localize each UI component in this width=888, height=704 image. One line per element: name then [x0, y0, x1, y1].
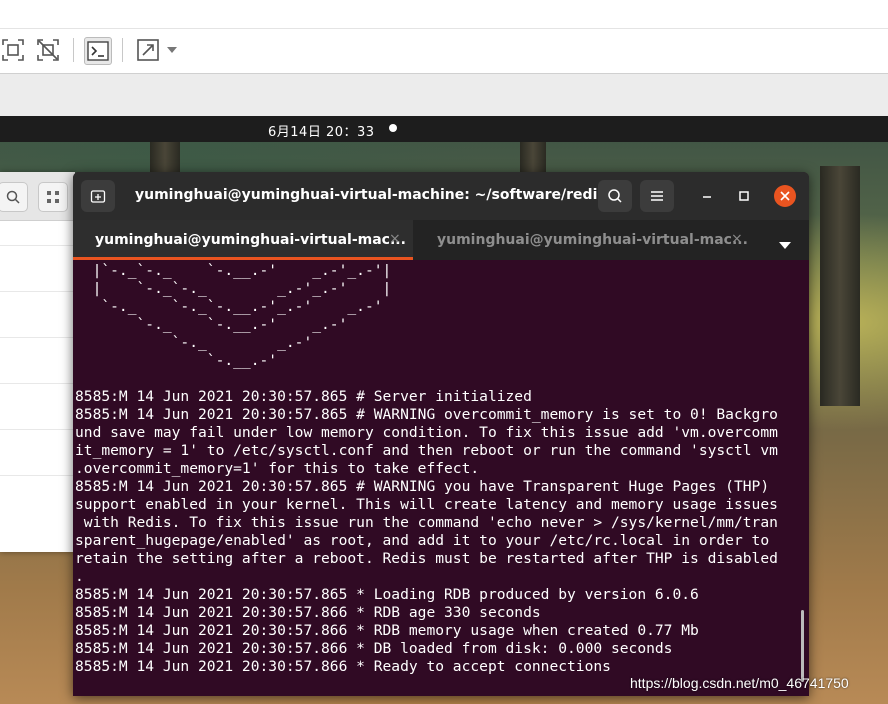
- tab-close-icon[interactable]: ×: [389, 231, 401, 247]
- terminal-line: | `-._`-._ _.-'_.-' |: [75, 280, 392, 297]
- close-button[interactable]: [774, 185, 796, 207]
- clock[interactable]: 6月14日 20：33: [268, 121, 375, 140]
- terminal-output[interactable]: |`-._`-._ `-.__.-' _.-'_.-'| | `-._`-._ …: [75, 262, 803, 692]
- terminal-line: it_memory = 1' to /etc/sysctl.conf and t…: [75, 442, 778, 459]
- tab-close-icon[interactable]: ×: [731, 231, 743, 247]
- grid-view-icon[interactable]: [38, 182, 68, 212]
- list-item[interactable]: [0, 246, 75, 292]
- terminal-line: 8585:M 14 Jun 2021 20:30:57.865 # WARNIN…: [75, 478, 770, 495]
- terminal-line: sparent_hugepage/enabled' as root, and a…: [75, 532, 770, 549]
- terminal-line: 8585:M 14 Jun 2021 20:30:57.866 * RDB me…: [75, 622, 699, 639]
- vm-toolbar: [0, 0, 888, 74]
- unscale-icon[interactable]: [35, 37, 61, 63]
- background-window[interactable]: [0, 172, 75, 552]
- tab-label: yuminghuai@yuminghuai-virtual-mac...: [95, 232, 406, 248]
- fullscreen-icon[interactable]: [135, 37, 161, 63]
- list-item[interactable]: [0, 338, 75, 384]
- new-tab-icon: [90, 190, 106, 203]
- hamburger-menu-icon: [651, 191, 663, 201]
- list-item[interactable]: [0, 384, 75, 430]
- watermark: https://blog.csdn.net/m0_46741750: [630, 675, 849, 691]
- active-tab-indicator: [73, 257, 413, 260]
- terminal-line: `-._ _.-': [75, 334, 313, 351]
- tab-label: yuminghuai@yuminghuai-virtual-mac...: [437, 232, 748, 248]
- terminal-title: yuminghuai@yuminghuai-virtual-machine: ~…: [135, 187, 627, 203]
- maximize-icon: [739, 191, 749, 201]
- vm-tabbar-area: [0, 74, 888, 116]
- terminal-line: support enabled in your kernel. This wil…: [75, 496, 778, 513]
- list-item[interactable]: [0, 292, 75, 338]
- console-icon[interactable]: [84, 37, 112, 65]
- terminal-window[interactable]: yuminghuai@yuminghuai-virtual-machine: ~…: [73, 172, 809, 696]
- terminal-line: `-.__.-': [75, 352, 278, 369]
- terminal-line: 8585:M 14 Jun 2021 20:30:57.866 * DB loa…: [75, 640, 673, 657]
- gnome-top-bar: 6月14日 20：33: [0, 116, 888, 142]
- terminal-line: 8585:M 14 Jun 2021 20:30:57.865 # WARNIN…: [75, 406, 778, 423]
- notification-dot: [389, 124, 397, 132]
- terminal-scrollbar[interactable]: [801, 610, 804, 682]
- dropdown-arrow-icon[interactable]: [162, 37, 182, 63]
- background-window-header: [0, 172, 75, 221]
- tab-list-dropdown-icon[interactable]: [779, 235, 791, 254]
- terminal-line: 8585:M 14 Jun 2021 20:30:57.866 * RDB ag…: [75, 604, 541, 621]
- maximize-button[interactable]: [735, 187, 753, 205]
- search-icon: [608, 189, 622, 203]
- wallpaper-tree-trunk: [820, 166, 860, 406]
- close-icon: [780, 191, 790, 201]
- terminal-line: with Redis. To fix this issue run the co…: [75, 514, 778, 531]
- terminal-line: |`-._`-._ `-.__.-' _.-'_.-'|: [75, 262, 392, 279]
- list-item[interactable]: [0, 430, 75, 476]
- terminal-header-bar: yuminghuai@yuminghuai-virtual-machine: ~…: [73, 172, 809, 220]
- terminal-line: retain the setting after a reboot. Redis…: [75, 550, 778, 567]
- new-tab-button[interactable]: [81, 180, 115, 212]
- terminal-tab-2[interactable]: yuminghuai@yuminghuai-virtual-mac... ×: [415, 220, 755, 260]
- menu-button[interactable]: [640, 180, 674, 212]
- list-item[interactable]: [0, 221, 75, 246]
- fit-window-icon[interactable]: [0, 37, 26, 63]
- terminal-tab-bar: yuminghuai@yuminghuai-virtual-mac... × y…: [73, 220, 809, 260]
- terminal-line: 8585:M 14 Jun 2021 20:30:57.866 * Ready …: [75, 658, 611, 675]
- toolbar-divider: [0, 28, 888, 29]
- terminal-line: 8585:M 14 Jun 2021 20:30:57.865 # Server…: [75, 388, 532, 405]
- terminal-line: .: [75, 568, 84, 585]
- terminal-tab-1[interactable]: yuminghuai@yuminghuai-virtual-mac... ×: [73, 220, 413, 260]
- terminal-line: `-._ `-._`-.__.-'_.-' _.-': [75, 298, 383, 315]
- toolbar-separator: [73, 38, 74, 62]
- minimize-icon: [703, 196, 711, 198]
- terminal-line: 8585:M 14 Jun 2021 20:30:57.865 * Loadin…: [75, 586, 699, 603]
- minimize-button[interactable]: [698, 187, 716, 205]
- search-icon[interactable]: [0, 182, 28, 212]
- terminal-line: und save may fail under low memory condi…: [75, 424, 778, 441]
- search-button[interactable]: [598, 180, 632, 212]
- terminal-line: `-._ `-.__.-' _.-': [75, 316, 348, 333]
- terminal-line: .overcommit_memory=1' for this to take e…: [75, 460, 480, 477]
- toolbar-separator: [122, 38, 123, 62]
